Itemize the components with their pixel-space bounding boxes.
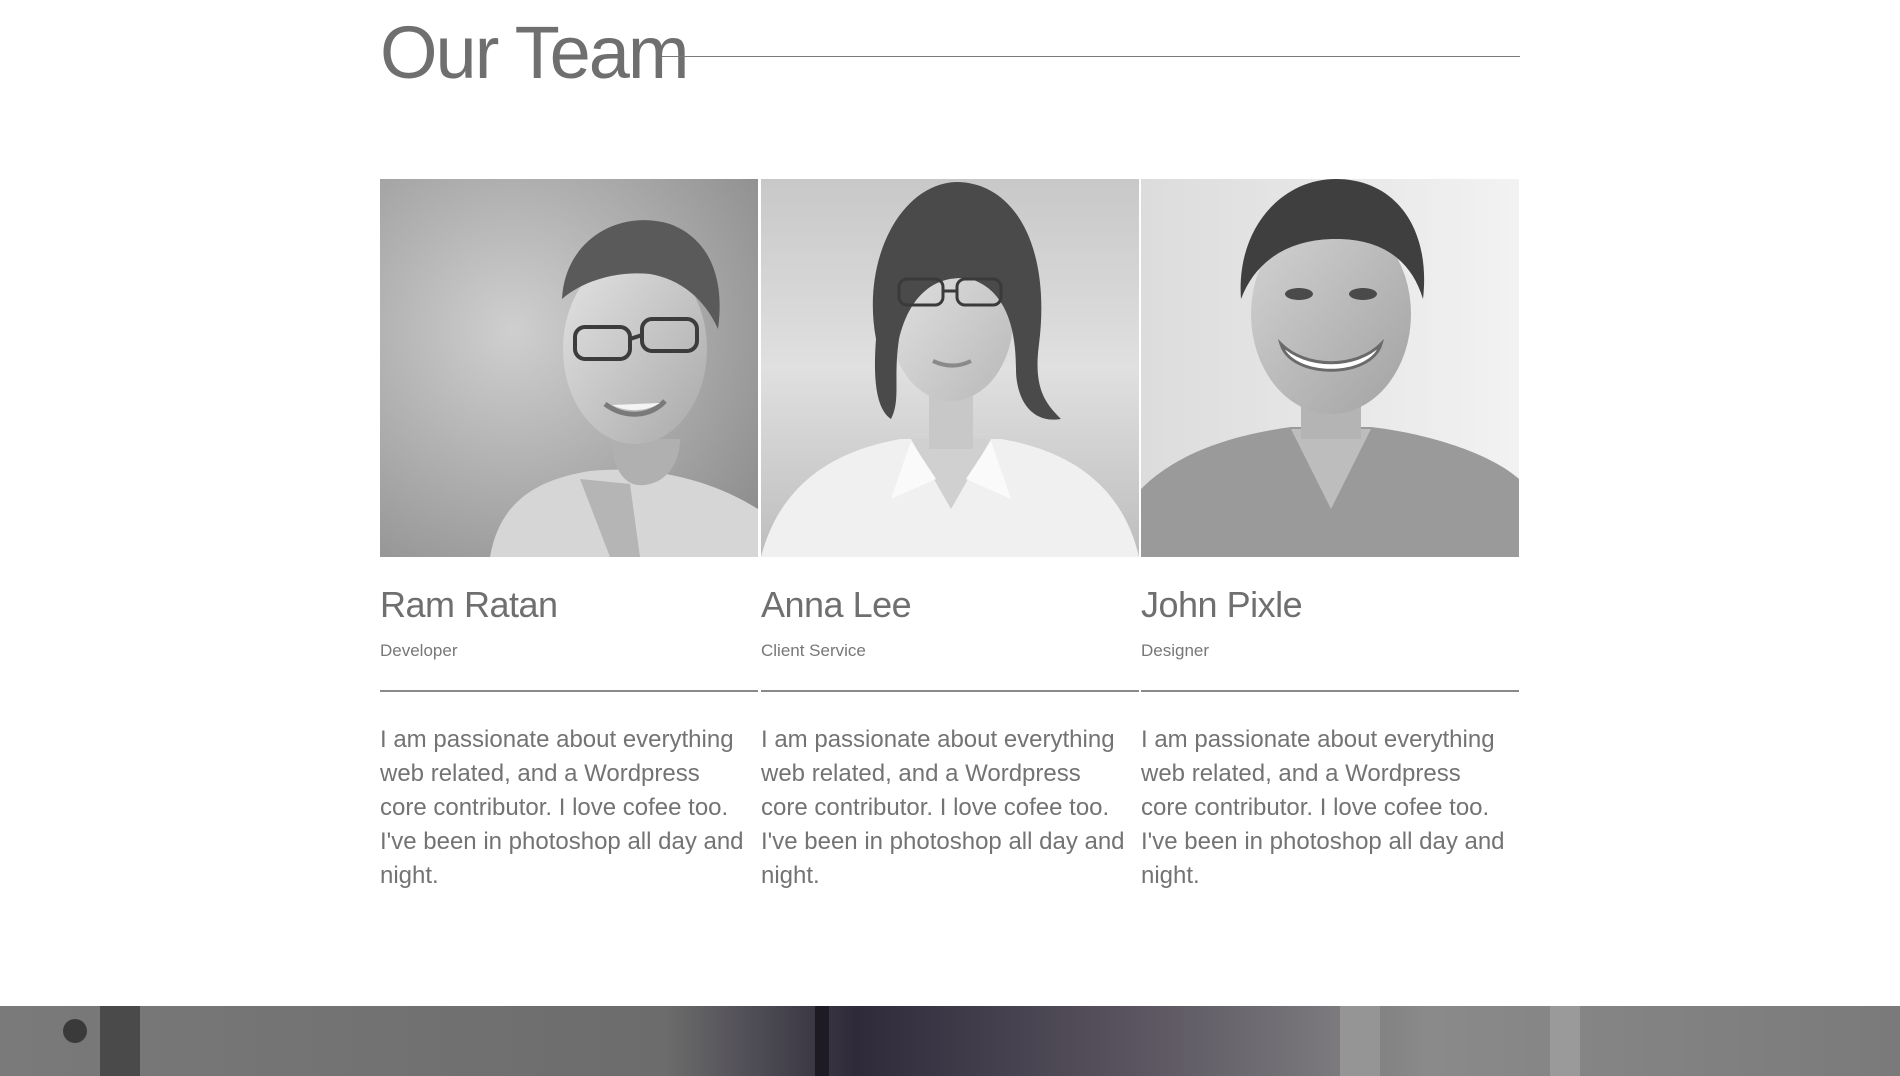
team-member-name: John Pixle [1141,584,1303,625]
team-member-role: Client Service [761,641,866,660]
section-header: Our Team [380,8,1520,98]
card-divider [1141,690,1519,692]
team-member-bio: I am passionate about everything web rel… [761,726,1125,889]
team-member-name: Ram Ratan [380,584,558,625]
card-divider [761,690,1139,692]
card-divider [380,690,758,692]
team-member-role: Developer [380,641,458,660]
team-member-photo [380,179,758,557]
team-member-photo [761,179,1139,557]
section-title: Our Team [380,11,690,94]
team-card: John Pixle Designer I am passionate abou… [1141,179,1519,889]
title-divider [662,56,1520,57]
team-member-bio: I am passionate about everything web rel… [1141,726,1505,889]
team-card: Ram Ratan Developer I am passionate abou… [380,179,758,889]
team-card: Anna Lee Client Service I am passionate … [761,179,1139,889]
team-member-photo [1141,179,1519,557]
team-member-role: Designer [1141,641,1210,660]
team-member-name: Anna Lee [761,584,912,625]
footer-background-image [0,1006,1900,1076]
team-member-bio: I am passionate about everything web rel… [380,726,744,889]
